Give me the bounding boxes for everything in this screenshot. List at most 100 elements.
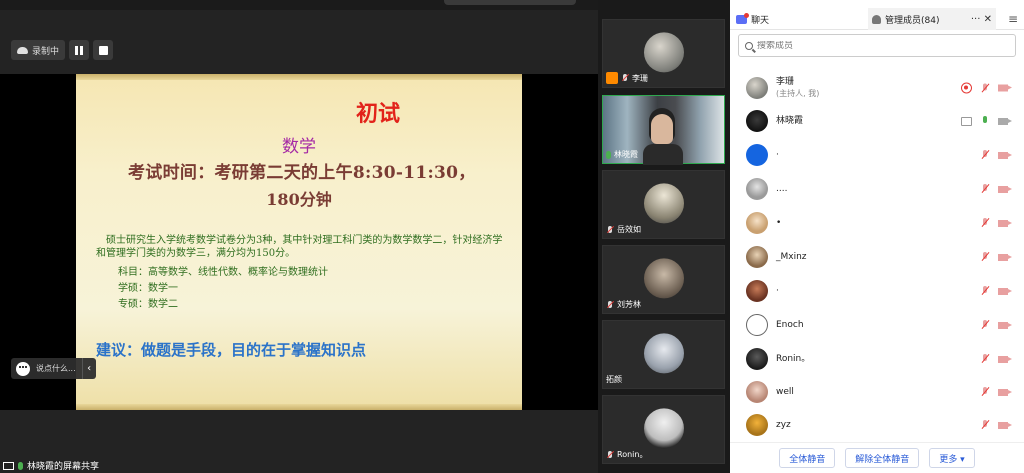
- member-role: (主持人, 我): [776, 89, 820, 98]
- recording-icon: [961, 82, 972, 94]
- camera-off-icon[interactable]: [998, 355, 1012, 363]
- mic-icon: [606, 150, 611, 159]
- member-row[interactable]: zyz: [730, 408, 1024, 442]
- tile-name: 岳效如: [617, 225, 641, 234]
- mic-muted-icon[interactable]: [981, 83, 989, 93]
- member-row[interactable]: ·: [730, 138, 1024, 172]
- mic-muted-icon: [606, 225, 614, 234]
- member-row[interactable]: _Mxinz: [730, 240, 1024, 274]
- mic-muted-icon[interactable]: [981, 184, 989, 194]
- side-panel: 聊天 管理成员(84) ··· ✕ ≡ 李珊 (主持人, 我) 林晓霞: [730, 0, 1024, 473]
- cloud-icon: [17, 46, 28, 54]
- tab-members-label: 管理成员(84): [885, 15, 940, 26]
- avatar: [746, 348, 768, 370]
- tab-manage-members[interactable]: 管理成员(84) ··· ✕: [868, 8, 996, 30]
- member-name: 林晓霞: [776, 116, 804, 126]
- avatar: [746, 246, 768, 268]
- mic-muted-icon[interactable]: [981, 286, 989, 296]
- camera-off-icon[interactable]: [998, 151, 1012, 159]
- chat-icon: [736, 12, 749, 24]
- member-row[interactable]: ·: [730, 274, 1024, 308]
- mic-on-icon[interactable]: [981, 116, 989, 126]
- panel-actions: 全体静音 解除全体静音 更多 ▾: [730, 442, 1024, 473]
- emoji-icon[interactable]: [16, 361, 30, 376]
- camera-off-icon[interactable]: [998, 321, 1012, 329]
- member-row[interactable]: •: [730, 206, 1024, 240]
- video-tile[interactable]: 李珊: [602, 19, 725, 88]
- mute-all-button[interactable]: 全体静音: [779, 448, 836, 468]
- meeting-window: 录制中 初试 数学 考试时间：考研第二天的上午8:30-11:30， 180分钟…: [0, 0, 1024, 473]
- video-tile[interactable]: 岳效如: [602, 170, 725, 239]
- member-row[interactable]: Enoch: [730, 308, 1024, 342]
- slide-subject: 数学: [282, 137, 316, 157]
- chat-input-placeholder[interactable]: 说点什么...: [36, 363, 82, 374]
- screen-share-indicator: 林晓霞的屏幕共享: [0, 458, 99, 473]
- stop-recording-button[interactable]: [93, 40, 114, 60]
- mic-muted-icon[interactable]: [981, 218, 989, 228]
- member-search[interactable]: [738, 34, 1016, 57]
- camera-off-icon[interactable]: [998, 388, 1012, 396]
- member-row[interactable]: Ronin。: [730, 342, 1024, 376]
- video-tile-active-speaker[interactable]: 林晓霞: [602, 95, 725, 165]
- avatar: [746, 144, 768, 166]
- screen-share-label: 林晓霞的屏幕共享: [27, 462, 100, 472]
- member-name: _Mxinz: [776, 252, 807, 262]
- top-toolbar-handle[interactable]: [444, 0, 576, 5]
- more-options-icon[interactable]: ···: [971, 14, 981, 25]
- chat-quick-input[interactable]: 说点什么... ‹: [11, 358, 96, 379]
- video-tile[interactable]: 拓颜: [602, 320, 725, 389]
- member-name: Enoch: [776, 320, 804, 330]
- video-tile[interactable]: Ronin。: [602, 395, 725, 464]
- camera-off-icon[interactable]: [998, 84, 1012, 92]
- more-button[interactable]: 更多 ▾: [929, 448, 975, 468]
- member-row[interactable]: well: [730, 375, 1024, 409]
- shared-screen-area: 录制中 初试 数学 考试时间：考研第二天的上午8:30-11:30， 180分钟…: [0, 0, 598, 473]
- pause-recording-button[interactable]: [69, 40, 90, 60]
- video-strip: 李珊 林晓霞 岳效如 刘芳林 拓颜 Ronin。: [598, 0, 730, 473]
- tile-name: Ronin。: [617, 450, 648, 459]
- pause-icon: [75, 45, 79, 55]
- camera-off-icon[interactable]: [998, 185, 1012, 193]
- tile-name: 刘芳林: [617, 300, 641, 309]
- camera-icon[interactable]: [998, 117, 1012, 125]
- mic-muted-icon[interactable]: [981, 387, 989, 397]
- member-name: Ronin。: [776, 354, 811, 364]
- person-icon: [872, 14, 881, 24]
- screen-share-icon: [961, 116, 972, 126]
- member-row[interactable]: 李珊 (主持人, 我): [730, 71, 1024, 105]
- slide-academic-line: 学硕：数学一: [118, 283, 178, 294]
- close-icon[interactable]: ✕: [984, 14, 992, 25]
- mic-muted-icon[interactable]: [981, 420, 989, 430]
- camera-off-icon[interactable]: [998, 287, 1012, 295]
- panel-menu-icon[interactable]: ≡: [1002, 8, 1024, 30]
- presentation-slide: 初试 数学 考试时间：考研第二天的上午8:30-11:30， 180分钟 硕士研…: [76, 74, 522, 410]
- collapse-chevron-icon[interactable]: ‹: [81, 358, 96, 379]
- slide-paragraph: 硕士研究生入学统考数学试卷分为3种，其中针对理工科门类的为数学数学二，针对经济学…: [96, 235, 503, 259]
- mic-muted-icon: [606, 300, 614, 309]
- member-name: ....: [776, 184, 788, 194]
- video-tile[interactable]: 刘芳林: [602, 245, 725, 314]
- host-icon: [606, 72, 618, 84]
- mic-muted-icon: [606, 450, 614, 459]
- mic-muted-icon[interactable]: [981, 252, 989, 262]
- avatar: [643, 332, 684, 373]
- participant-video: [651, 114, 673, 144]
- tile-name: 拓颜: [606, 375, 622, 384]
- member-row[interactable]: 林晓霞: [730, 104, 1024, 138]
- member-search-input[interactable]: [757, 40, 997, 51]
- recording-label: 录制中: [32, 46, 60, 57]
- camera-off-icon[interactable]: [998, 421, 1012, 429]
- mic-icon: [18, 461, 23, 470]
- mic-muted-icon[interactable]: [981, 150, 989, 160]
- member-row[interactable]: ....: [730, 172, 1024, 206]
- unmute-all-button[interactable]: 解除全体静音: [845, 448, 920, 468]
- slide-professional-line: 专硕：数学二: [118, 299, 178, 310]
- mic-muted-icon[interactable]: [981, 320, 989, 330]
- mic-muted-icon[interactable]: [981, 354, 989, 364]
- avatar: [643, 182, 684, 223]
- camera-off-icon[interactable]: [998, 253, 1012, 261]
- camera-off-icon[interactable]: [998, 219, 1012, 227]
- slide-advice: 建议：做题是手段，目的在于掌握知识点: [96, 341, 367, 359]
- slide-duration: 180分钟: [266, 190, 332, 209]
- tab-chat[interactable]: 聊天: [736, 8, 769, 30]
